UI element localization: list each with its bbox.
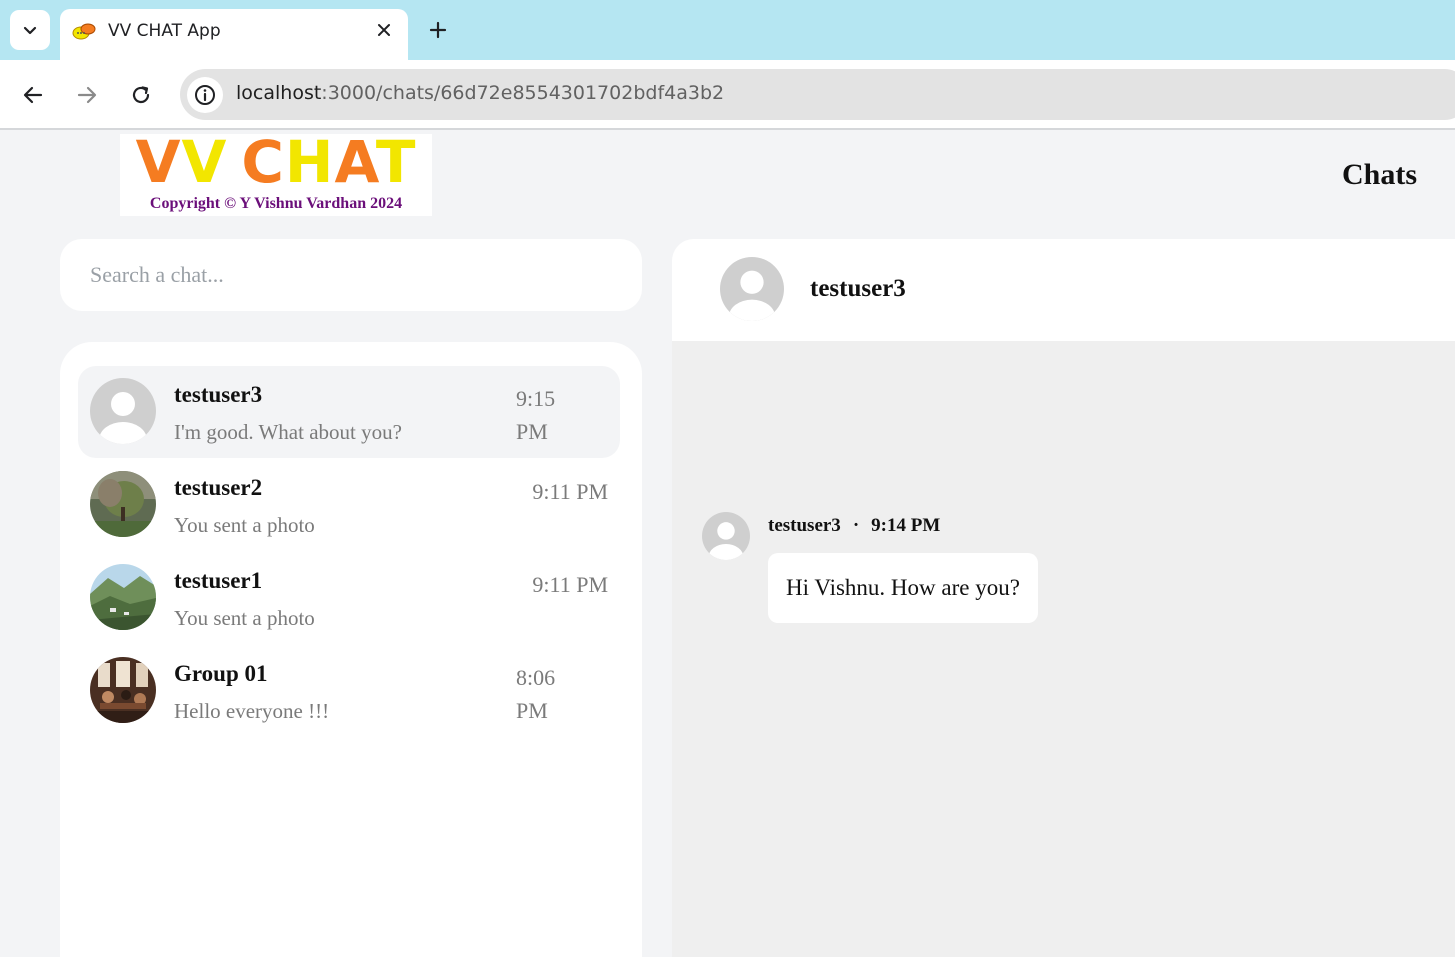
chat-time: 9:15 PM <box>516 386 556 444</box>
chat-list-item[interactable]: Group 01 Hello everyone !!! 8:06 PM <box>78 645 620 737</box>
chat-search-box <box>60 239 642 311</box>
chat-bubbles-icon <box>72 23 96 40</box>
back-button[interactable] <box>18 80 48 110</box>
browser-tab-bar: VV CHAT App <box>0 0 1455 60</box>
avatar-default <box>702 512 750 560</box>
chat-last-message: You sent a photo <box>174 606 315 630</box>
chat-time: 9:11 PM <box>532 479 608 504</box>
message-time: 9:14 PM <box>871 515 941 536</box>
tab-search-button[interactable] <box>10 10 50 50</box>
chat-name: testuser2 <box>174 475 263 500</box>
chevron-down-icon <box>23 26 37 35</box>
new-tab-button[interactable] <box>424 16 452 44</box>
app-logo: VV CHAT Copyright © Y Vishnu Vardhan 2024 <box>120 130 432 216</box>
separator-dot: · <box>852 515 860 536</box>
chat-time: 8:06 PM <box>516 665 556 723</box>
chat-list-item[interactable]: testuser2 You sent a photo 9:11 PM <box>78 459 620 551</box>
logo-copyright: Copyright © Y Vishnu Vardhan 2024 <box>149 195 403 212</box>
close-icon <box>378 24 390 36</box>
site-info-button[interactable] <box>187 77 223 113</box>
chat-name: testuser3 <box>174 382 263 407</box>
arrow-right-icon <box>77 86 97 104</box>
tab-close-button[interactable] <box>372 18 396 42</box>
chat-last-message: Hello everyone !!! <box>174 699 330 723</box>
avatar-default <box>90 378 156 444</box>
message-area: testuser3 · 9:14 PM Hi Vishnu. How are you… <box>672 341 1455 957</box>
conversation-header: testuser3 <box>672 239 1455 341</box>
reload-icon <box>132 86 150 104</box>
reload-button[interactable] <box>126 80 156 110</box>
tab-title: VV CHAT App <box>108 21 221 41</box>
logo-wordmark: VV CHAT <box>135 128 417 196</box>
avatar-tree-photo <box>90 471 156 537</box>
page-title: Chats <box>1341 158 1417 191</box>
message-bubble: Hi Vishnu. How are you? <box>768 553 1038 623</box>
plus-icon <box>429 21 447 39</box>
chat-name: testuser1 <box>174 568 263 593</box>
chat-name: Group 01 <box>174 661 268 686</box>
arrow-left-icon <box>23 86 43 104</box>
avatar-default[interactable] <box>720 257 784 321</box>
avatar-mountain-photo <box>90 564 156 630</box>
info-icon <box>195 85 215 105</box>
url-path: :3000/chats/66d72e8554301702bdf4a3b2 <box>321 82 725 104</box>
avatar-cafe-photo <box>90 657 156 723</box>
chat-time: 9:11 PM <box>532 572 608 597</box>
address-bar[interactable]: localhost:3000/chats/66d72e8554301702bdf… <box>180 69 1455 120</box>
browser-toolbar: localhost:3000/chats/66d72e8554301702bdf… <box>0 60 1455 130</box>
chat-list-item[interactable]: testuser3 I'm good. What about you? 9:15… <box>78 366 620 458</box>
url-host: localhost <box>236 82 322 104</box>
forward-button[interactable] <box>72 80 102 110</box>
conversation-name[interactable]: testuser3 <box>810 275 906 303</box>
browser-tab[interactable]: VV CHAT App <box>60 9 408 60</box>
message-meta: testuser3 · 9:14 PM <box>768 515 940 537</box>
chat-list: testuser3 I'm good. What about you? 9:15… <box>60 342 642 957</box>
chat-last-message: You sent a photo <box>174 513 315 537</box>
chat-list-item[interactable]: testuser1 You sent a photo 9:11 PM <box>78 552 620 644</box>
message-sender: testuser3 <box>768 515 841 536</box>
url-text[interactable]: localhost:3000/chats/66d72e8554301702bdf… <box>236 82 724 104</box>
search-input[interactable] <box>90 259 610 291</box>
chat-last-message: I'm good. What about you? <box>174 420 402 444</box>
